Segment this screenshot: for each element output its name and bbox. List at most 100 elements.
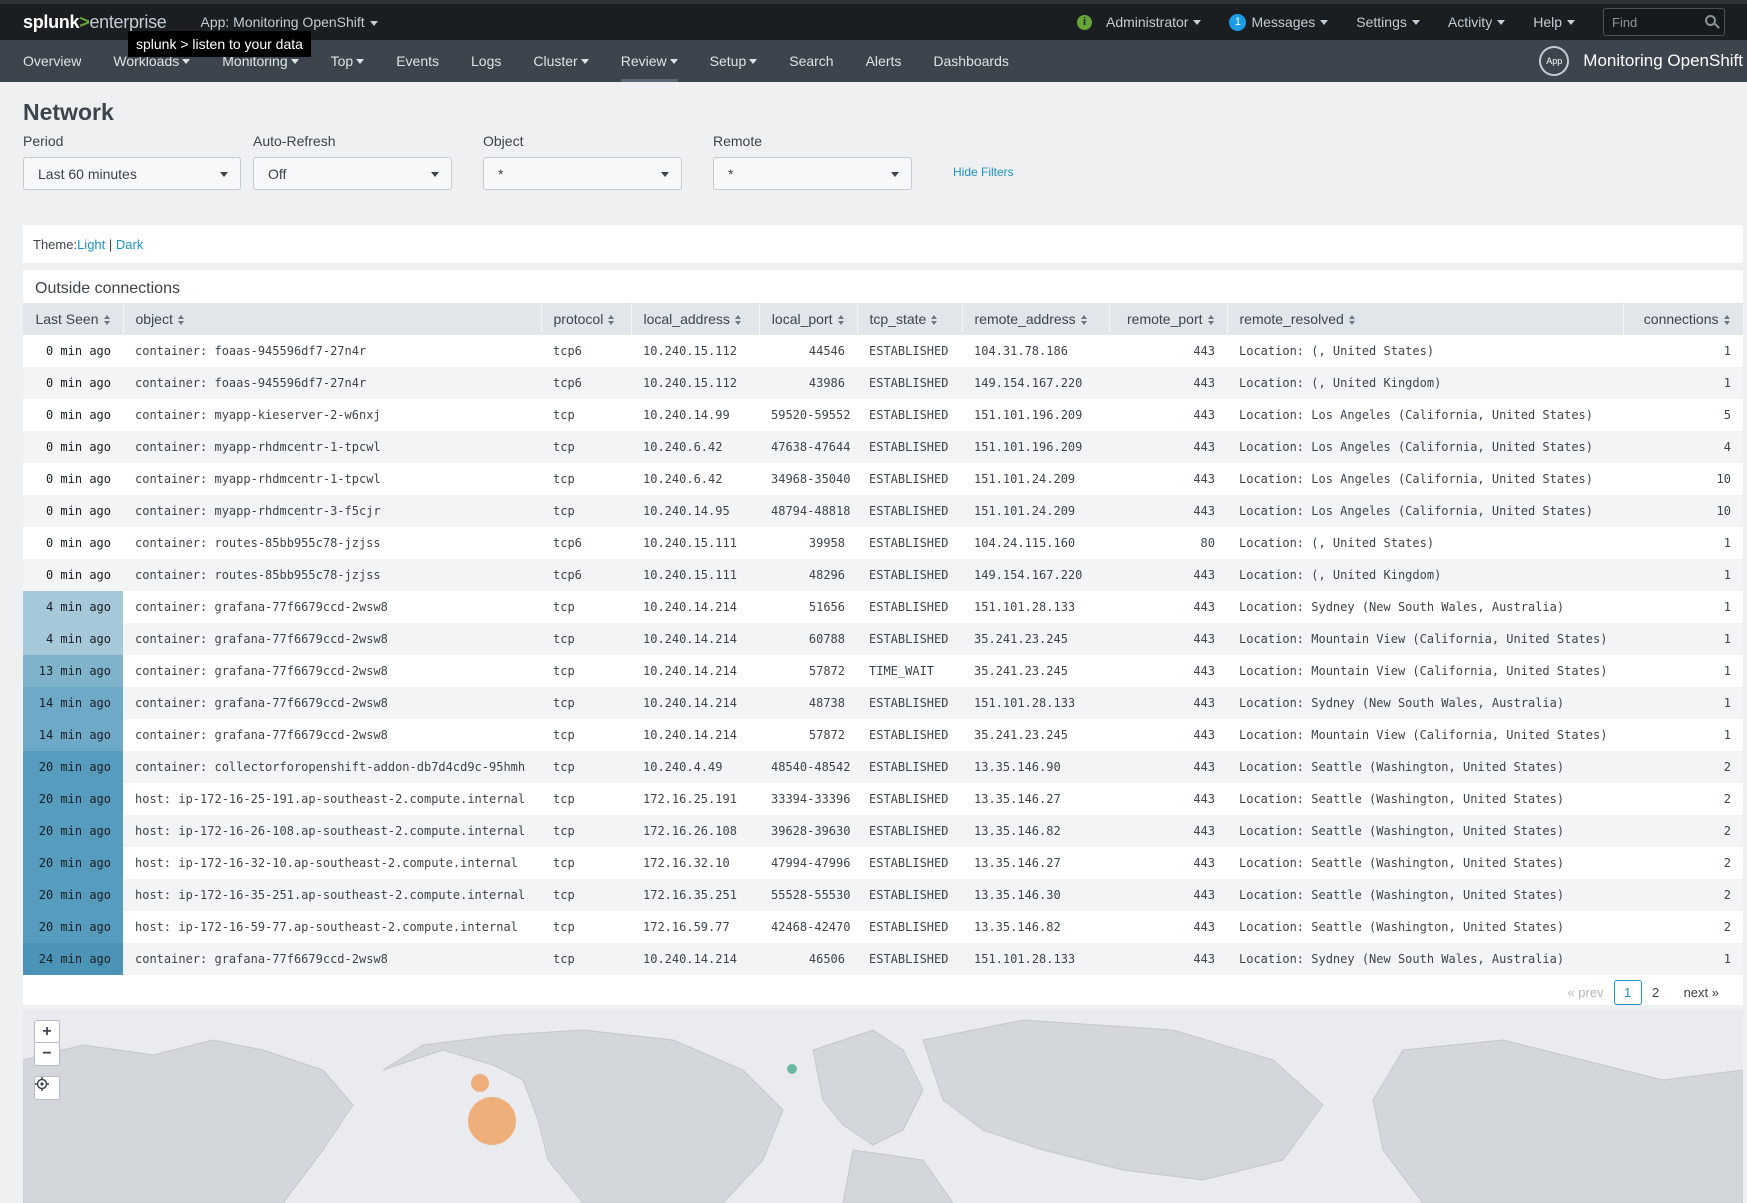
activity-menu[interactable]: Activity [1448, 14, 1506, 30]
table-row[interactable]: 0 min ago container: myapp-rhdmcentr-1-tp… [23, 431, 1743, 463]
chevron-down-icon [1497, 19, 1506, 25]
nav-item-dashboards[interactable]: Dashboards [917, 40, 1025, 82]
nav-item-overview[interactable]: Overview [7, 40, 97, 82]
chevron-down-icon [661, 172, 669, 177]
cell-local-address: 10.240.6.42 [631, 463, 759, 495]
cell-local-port: 59520-59552 [759, 399, 857, 431]
column-header-label: remote_resolved [1239, 311, 1344, 327]
connections-map[interactable]: + − [23, 1010, 1743, 1203]
hide-filters-link[interactable]: Hide Filters [953, 165, 1014, 179]
period-dropdown[interactable]: Last 60 minutes [23, 157, 241, 190]
splunk-logo[interactable]: splunk>enterprise [23, 12, 167, 33]
nav-item-review[interactable]: Review [605, 40, 694, 82]
landmass-north-america [382, 1029, 784, 1203]
filter-object: Object * [483, 133, 682, 190]
table-row[interactable]: 20 min ago host: ip-172-16-35-251.ap-sout… [23, 879, 1743, 911]
chevron-down-icon [891, 172, 899, 177]
cell-protocol: tcp [541, 751, 631, 783]
cell-last-seen: 0 min ago [23, 559, 123, 591]
table-row[interactable]: 0 min ago container: routes-85bb955c78-jz… [23, 527, 1743, 559]
help-menu[interactable]: Help [1533, 14, 1575, 30]
cell-object: host: ip-172-16-35-251.ap-southeast-2.co… [123, 879, 541, 911]
cell-remote-address: 13.35.146.82 [962, 815, 1109, 847]
table-row[interactable]: 20 min ago container: collectorforopenshi… [23, 751, 1743, 783]
find-input[interactable]: Find [1603, 8, 1725, 36]
table-row[interactable]: 13 min ago container: grafana-77f6679ccd-… [23, 655, 1743, 687]
table-row[interactable]: 4 min ago container: grafana-77f6679ccd-2… [23, 591, 1743, 623]
cell-connections: 1 [1623, 943, 1743, 975]
cell-remote-resolved: Location: Sydney (New South Wales, Austr… [1227, 687, 1623, 719]
map-marker-seattle[interactable] [471, 1074, 489, 1092]
table-row[interactable]: 4 min ago container: grafana-77f6679ccd-2… [23, 623, 1743, 655]
cell-local-port: 48738 [759, 687, 857, 719]
column-header-local-port[interactable]: local_port [759, 303, 858, 335]
user-menu[interactable]: i Administrator [1076, 14, 1202, 30]
table-row[interactable]: 0 min ago container: myapp-rhdmcentr-1-tp… [23, 463, 1743, 495]
nav-item-search[interactable]: Search [773, 40, 849, 82]
table-row[interactable]: 0 min ago container: myapp-rhdmcentr-3-f5… [23, 495, 1743, 527]
column-header-object[interactable]: object [123, 303, 542, 335]
column-header-remote-address[interactable]: remote_address [962, 303, 1110, 335]
page-1-button[interactable]: 1 [1613, 980, 1642, 1005]
table-row[interactable]: 20 min ago host: ip-172-16-32-10.ap-south… [23, 847, 1743, 879]
sort-icon [1723, 315, 1731, 326]
cell-remote-address: 104.31.78.186 [962, 335, 1109, 367]
chevron-down-icon [431, 172, 439, 177]
nav-item-events[interactable]: Events [380, 40, 455, 82]
page-2-button[interactable]: 2 [1642, 980, 1670, 1005]
nav-item-setup[interactable]: Setup [694, 40, 774, 82]
table-row[interactable]: 24 min ago container: grafana-77f6679ccd-… [23, 943, 1743, 975]
zoom-out-button[interactable]: − [34, 1042, 60, 1066]
cell-remote-address: 13.35.146.30 [962, 879, 1109, 911]
nav-item-alerts[interactable]: Alerts [850, 40, 918, 82]
cell-connections: 1 [1623, 527, 1743, 559]
column-header-last-seen[interactable]: Last Seen [23, 303, 124, 335]
cell-object: container: foaas-945596df7-27n4r [123, 335, 541, 367]
outside-connections-panel: Outside connections Last Seen object proto… [23, 270, 1744, 1005]
auto-refresh-dropdown[interactable]: Off [253, 157, 452, 190]
column-header-tcp-state[interactable]: tcp_state [857, 303, 963, 335]
column-header-remote-port[interactable]: remote_port [1109, 303, 1228, 335]
cell-remote-port: 443 [1109, 943, 1227, 975]
map-marker-united-kingdom[interactable] [787, 1064, 797, 1074]
locate-button[interactable] [34, 1076, 60, 1100]
column-header-connections[interactable]: connections [1623, 303, 1744, 335]
column-header-local-address[interactable]: local_address [631, 303, 760, 335]
settings-menu[interactable]: Settings [1356, 14, 1420, 30]
column-header-remote-resolved[interactable]: remote_resolved [1227, 303, 1624, 335]
cell-remote-port: 443 [1109, 815, 1227, 847]
table-row[interactable]: 20 min ago host: ip-172-16-59-77.ap-south… [23, 911, 1743, 943]
cell-tcp-state: ESTABLISHED [857, 879, 962, 911]
table-row[interactable]: 20 min ago host: ip-172-16-25-191.ap-sout… [23, 783, 1743, 815]
nav-item-top[interactable]: Top [315, 40, 381, 82]
table-row[interactable]: 0 min ago container: foaas-945596df7-27n4… [23, 335, 1743, 367]
column-header-protocol[interactable]: protocol [541, 303, 632, 335]
cell-connections: 1 [1623, 687, 1743, 719]
cell-local-port: 55528-55530 [759, 879, 857, 911]
nav-item-cluster[interactable]: Cluster [517, 40, 604, 82]
theme-dark-link[interactable]: Dark [116, 237, 143, 252]
table-row[interactable]: 20 min ago host: ip-172-16-26-108.ap-sout… [23, 815, 1743, 847]
table-row[interactable]: 0 min ago container: foaas-945596df7-27n4… [23, 367, 1743, 399]
remote-dropdown[interactable]: * [713, 157, 912, 190]
theme-light-link[interactable]: Light [77, 237, 105, 252]
filter-auto-refresh: Auto-Refresh Off [253, 133, 452, 190]
messages-count-badge: 1 [1229, 13, 1247, 31]
cell-connections: 1 [1623, 367, 1743, 399]
landmass-africa [842, 1149, 954, 1203]
cell-local-port: 43986 [759, 367, 857, 399]
table-row[interactable]: 14 min ago container: grafana-77f6679ccd-… [23, 719, 1743, 751]
object-dropdown[interactable]: * [483, 157, 682, 190]
map-marker-california[interactable] [468, 1097, 516, 1145]
table-row[interactable]: 14 min ago container: grafana-77f6679ccd-… [23, 687, 1743, 719]
nav-item-logs[interactable]: Logs [455, 40, 517, 82]
zoom-in-button[interactable]: + [34, 1020, 60, 1044]
cell-remote-port: 443 [1109, 879, 1227, 911]
table-row[interactable]: 0 min ago container: routes-85bb955c78-jz… [23, 559, 1743, 591]
cell-local-port: 39958 [759, 527, 857, 559]
table-row[interactable]: 0 min ago container: myapp-kieserver-2-w6… [23, 399, 1743, 431]
cell-last-seen: 0 min ago [23, 399, 123, 431]
messages-menu[interactable]: 1 Messages [1229, 13, 1329, 31]
next-page-link[interactable]: next » [1684, 985, 1719, 1000]
app-menu[interactable]: App: Monitoring OpenShift [200, 14, 378, 30]
